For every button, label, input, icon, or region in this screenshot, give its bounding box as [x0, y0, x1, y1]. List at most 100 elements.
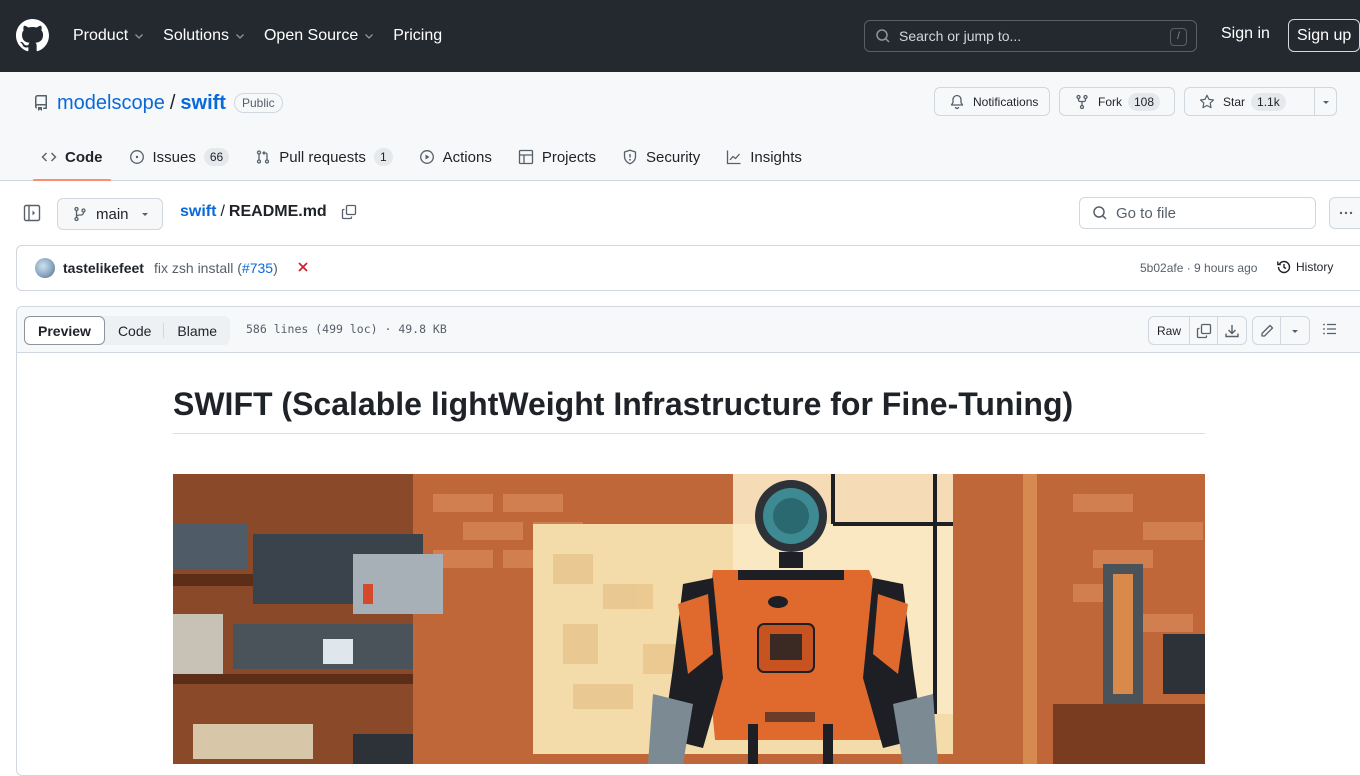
- caret-down-icon: [1290, 326, 1300, 336]
- table-icon: [518, 149, 534, 165]
- file-navigation: main swift / README.md Go to file: [0, 181, 1360, 245]
- star-button[interactable]: Star 1.1k: [1199, 88, 1315, 115]
- file-viewer-header: Preview Code Blame 586 lines (499 loc) ·…: [17, 307, 1360, 353]
- branch-selector[interactable]: main: [57, 198, 163, 230]
- breadcrumb-repo-link[interactable]: swift: [180, 203, 216, 221]
- edit-options-dropdown[interactable]: [1281, 317, 1309, 344]
- tab-pull-requests[interactable]: Pull requests 1: [247, 139, 400, 175]
- chevron-down-icon: [133, 30, 145, 42]
- chevron-down-icon: [234, 30, 246, 42]
- download-button[interactable]: [1218, 317, 1246, 344]
- copy-icon: [1196, 323, 1212, 339]
- fork-button[interactable]: Fork 108: [1059, 87, 1175, 116]
- tab-code[interactable]: Code: [33, 139, 111, 181]
- more-options-button[interactable]: [1329, 197, 1360, 229]
- tab-code-label: Code: [65, 148, 103, 166]
- go-to-file-input[interactable]: Go to file: [1079, 197, 1316, 229]
- nav-solutions[interactable]: Solutions: [163, 27, 246, 45]
- copy-path-icon[interactable]: [341, 204, 357, 220]
- shield-icon: [622, 149, 638, 165]
- breadcrumb: swift / README.md: [180, 203, 357, 221]
- edit-group: [1252, 316, 1310, 345]
- repo-owner-link[interactable]: modelscope: [57, 92, 165, 115]
- commit-sha-time[interactable]: 5b02afe · 9 hours ago: [1140, 261, 1257, 275]
- caret-down-icon: [140, 209, 150, 219]
- code-icon: [41, 149, 57, 165]
- search-placeholder: Search or jump to...: [899, 28, 1022, 44]
- star-count: 1.1k: [1251, 92, 1286, 111]
- latest-commit-box: tastelikefeet fix zsh install (#735) 5b0…: [16, 245, 1360, 291]
- pull-requests-count: 1: [373, 148, 393, 166]
- tab-projects-label: Projects: [541, 148, 597, 166]
- star-list-dropdown[interactable]: [1315, 88, 1336, 115]
- tab-insights[interactable]: Insights: [718, 139, 810, 175]
- tab-insights-label: Insights: [750, 148, 802, 166]
- kebab-horizontal-icon: [1338, 205, 1354, 221]
- search-shortcut-key: /: [1170, 28, 1187, 46]
- repo-tabs: Code Issues 66 Pull requests 1 Actions P…: [33, 139, 820, 181]
- go-to-file-placeholder: Go to file: [1116, 204, 1177, 222]
- tab-pull-requests-label: Pull requests: [279, 148, 366, 166]
- branch-icon: [72, 206, 88, 222]
- graph-icon: [726, 149, 742, 165]
- fork-count: 108: [1128, 92, 1161, 111]
- sign-in-link[interactable]: Sign in: [1221, 25, 1270, 43]
- global-header: Product Solutions Open Source Pricing Se…: [0, 0, 1360, 72]
- copy-raw-button[interactable]: [1190, 317, 1218, 344]
- notifications-label: Notifications: [973, 94, 1039, 109]
- check-failed-x-icon[interactable]: [296, 260, 310, 274]
- fork-icon: [1074, 94, 1090, 110]
- robot-workshop-illustration: [173, 474, 1205, 764]
- history-icon: [1276, 259, 1292, 275]
- repo-title: modelscope / swift Public: [33, 91, 283, 115]
- view-code-tab[interactable]: Code: [105, 316, 165, 345]
- commit-pr-link[interactable]: #735: [242, 260, 273, 276]
- commit-message-end: ): [273, 260, 278, 276]
- view-preview-tab[interactable]: Preview: [24, 316, 105, 345]
- nav-pricing-label: Pricing: [393, 27, 443, 44]
- global-search-input[interactable]: Search or jump to... /: [864, 20, 1197, 52]
- tab-actions[interactable]: Actions: [411, 139, 500, 175]
- repo-separator: /: [169, 91, 176, 114]
- caret-down-icon: [1321, 97, 1331, 107]
- nav-open-source-label: Open Source: [263, 27, 359, 44]
- search-icon: [1092, 205, 1108, 221]
- nav-product-label: Product: [73, 27, 129, 44]
- edit-file-button[interactable]: [1253, 317, 1281, 344]
- github-logo-icon[interactable]: [16, 19, 49, 52]
- global-nav: Product Solutions Open Source Pricing: [73, 0, 460, 72]
- visibility-badge: Public: [233, 93, 283, 113]
- breadcrumb-file-name: README.md: [228, 203, 327, 220]
- readme-content: SWIFT (Scalable lightWeight Infrastructu…: [173, 384, 1205, 434]
- history-button[interactable]: History: [1276, 259, 1333, 275]
- bell-icon: [949, 94, 965, 110]
- nav-pricing[interactable]: Pricing: [393, 27, 442, 45]
- download-icon: [1224, 323, 1240, 339]
- tab-issues-label: Issues: [152, 148, 196, 166]
- history-label: History: [1296, 260, 1334, 274]
- commit-message[interactable]: fix zsh install (#735): [154, 260, 278, 276]
- repo-header: modelscope / swift Public Notifications …: [0, 72, 1360, 181]
- avatar[interactable]: [35, 258, 55, 278]
- tab-projects[interactable]: Projects: [510, 139, 604, 175]
- tab-issues[interactable]: Issues 66: [121, 139, 238, 175]
- view-blame-tab[interactable]: Blame: [164, 316, 230, 345]
- outline-list-icon[interactable]: [1322, 321, 1338, 337]
- star-button-group: Star 1.1k: [1184, 87, 1337, 116]
- nav-product[interactable]: Product: [73, 27, 145, 45]
- pencil-icon: [1259, 323, 1275, 339]
- breadcrumb-separator: /: [220, 203, 225, 220]
- raw-copy-download-group: Raw: [1148, 316, 1247, 345]
- view-mode-segmented-control: Preview Code Blame: [24, 316, 231, 345]
- pull-request-icon: [255, 149, 271, 165]
- sign-up-button[interactable]: Sign up: [1288, 19, 1360, 52]
- star-icon: [1199, 94, 1215, 110]
- repo-name-link[interactable]: swift: [180, 92, 226, 115]
- notifications-button[interactable]: Notifications: [934, 87, 1050, 116]
- readme-banner-image: [173, 474, 1205, 764]
- sidebar-expand-icon[interactable]: [22, 203, 42, 223]
- nav-open-source[interactable]: Open Source: [264, 27, 375, 45]
- commit-author-link[interactable]: tastelikefeet: [63, 260, 144, 276]
- tab-security[interactable]: Security: [614, 139, 708, 175]
- raw-button[interactable]: Raw: [1149, 317, 1190, 344]
